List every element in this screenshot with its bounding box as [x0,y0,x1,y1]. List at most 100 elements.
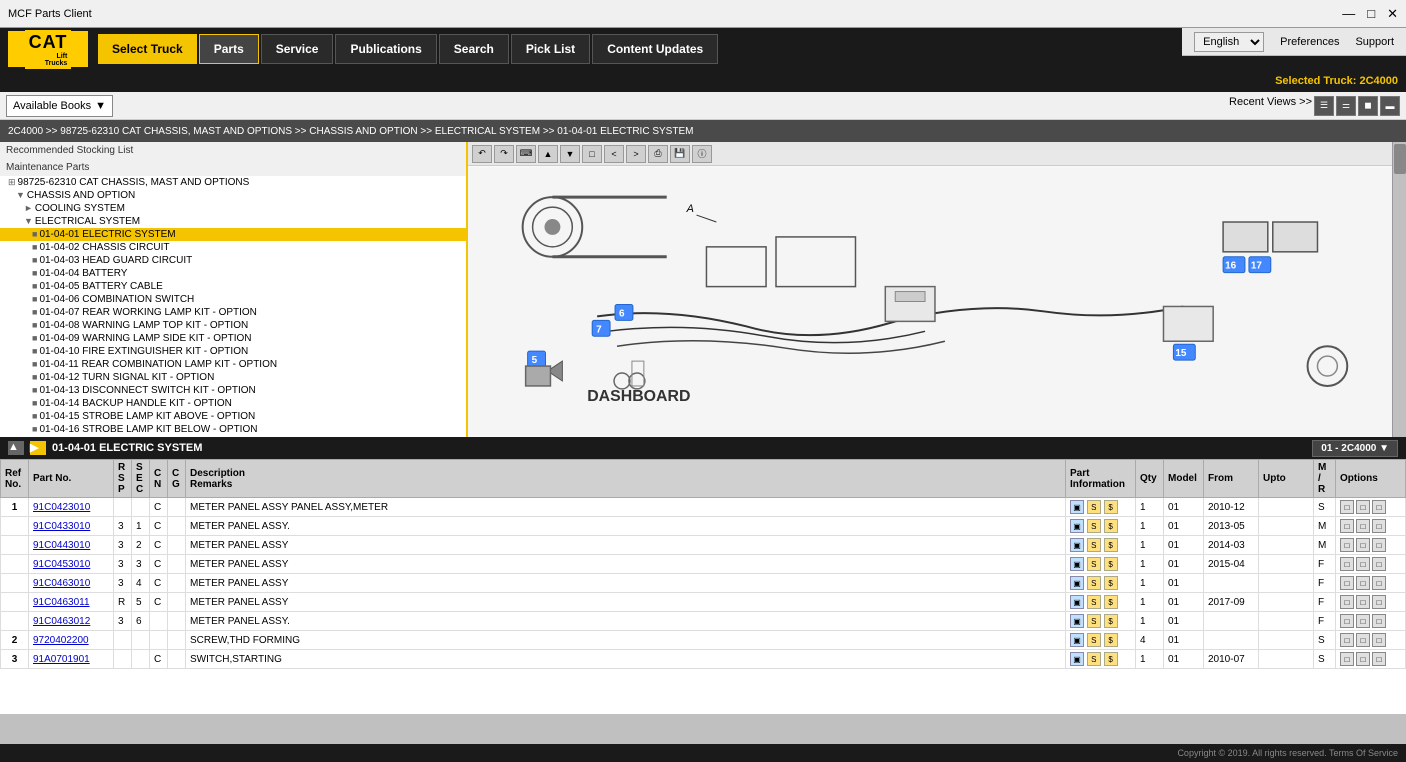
tree-rear-working-lamp[interactable]: ■01-04-07 REAR WORKING LAMP KIT - OPTION [0,306,466,319]
info-icon-blue[interactable]: ▣ [1070,633,1084,647]
part-number-link[interactable]: 91C0463011 [33,597,90,608]
option-cart[interactable]: □ [1356,633,1370,647]
option-note[interactable]: □ [1372,538,1386,552]
option-comment[interactable]: □ [1340,595,1354,609]
option-comment[interactable]: □ [1340,557,1354,571]
part-number-link[interactable]: 91C0453010 [33,559,90,570]
info-icon-dollar[interactable]: $ [1104,614,1118,628]
tree-chassis[interactable]: ▼CHASSIS AND OPTION [0,189,466,202]
option-comment[interactable]: □ [1340,538,1354,552]
cell-part-no[interactable]: 91C0463012 [29,612,114,631]
info-icon-s[interactable]: S [1087,538,1101,552]
search-button[interactable]: Search [439,34,509,64]
grid-view-icon[interactable]: ⚌ [1336,96,1356,116]
part-number-link[interactable]: 91C0463012 [33,616,90,627]
info-icon-s[interactable]: S [1087,614,1101,628]
tree-battery[interactable]: ■01-04-04 BATTERY [0,267,466,280]
part-number-link[interactable]: 91C0443010 [33,540,90,551]
tool-zoom-in[interactable]: ▲ [538,145,558,163]
tool-info[interactable]: ⓘ [692,145,712,163]
tree-cooling[interactable]: ►COOLING SYSTEM [0,202,466,215]
tree-combination-switch[interactable]: ■01-04-06 COMBINATION SWITCH [0,293,466,306]
language-select[interactable]: English French German [1194,32,1264,52]
info-icon-blue[interactable]: ▣ [1070,576,1084,590]
cell-part-no[interactable]: 91C0463011 [29,593,114,612]
option-cart[interactable]: □ [1356,614,1370,628]
tool-save[interactable]: 💾 [670,145,690,163]
info-icon-s[interactable]: S [1087,652,1101,666]
cell-part-no[interactable]: 9720402200 [29,631,114,650]
option-note[interactable]: □ [1372,652,1386,666]
option-note[interactable]: □ [1372,576,1386,590]
option-cart[interactable]: □ [1356,538,1370,552]
select-truck-button[interactable]: Select Truck [98,34,197,64]
info-icon-dollar[interactable]: $ [1104,633,1118,647]
option-note[interactable]: □ [1372,595,1386,609]
info-icon-blue[interactable]: ▣ [1070,519,1084,533]
option-comment[interactable]: □ [1340,633,1354,647]
info-icon-dollar[interactable]: $ [1104,538,1118,552]
info-icon-blue[interactable]: ▣ [1070,652,1084,666]
cell-part-no[interactable]: 91C0433010 [29,517,114,536]
info-icon-s[interactable]: S [1087,557,1101,571]
tree-electrical[interactable]: ▼ELECTRICAL SYSTEM [0,215,466,228]
option-cart[interactable]: □ [1356,519,1370,533]
option-cart[interactable]: □ [1356,652,1370,666]
window-controls[interactable]: — □ ✕ [1342,6,1398,22]
cell-part-no[interactable]: 91C0463010 [29,574,114,593]
option-note[interactable]: □ [1372,500,1386,514]
tool-next[interactable]: > [626,145,646,163]
option-cart[interactable]: □ [1356,595,1370,609]
expand-icon[interactable]: ▶ [30,441,46,455]
option-comment[interactable]: □ [1340,500,1354,514]
tree-rear-combination[interactable]: ■01-04-11 REAR COMBINATION LAMP KIT - OP… [0,358,466,371]
maximize-button[interactable]: □ [1367,6,1375,22]
option-cart[interactable]: □ [1356,500,1370,514]
tree-fire-extinguisher[interactable]: ■01-04-10 FIRE EXTINGUISHER KIT - OPTION [0,345,466,358]
part-number-link[interactable]: 91C0423010 [33,502,90,513]
option-note[interactable]: □ [1372,614,1386,628]
detail-view-icon[interactable]: ▬ [1380,96,1400,116]
info-icon-s[interactable]: S [1087,633,1101,647]
tree-warning-lamp-top[interactable]: ■01-04-08 WARNING LAMP TOP KIT - OPTION [0,319,466,332]
info-icon-dollar[interactable]: $ [1104,557,1118,571]
tool-print[interactable]: ⎙ [648,145,668,163]
info-icon-blue[interactable]: ▣ [1070,500,1084,514]
tree-turn-signal[interactable]: ■01-04-12 TURN SIGNAL KIT - OPTION [0,371,466,384]
tool-move[interactable]: ↷ [494,145,514,163]
collapse-icon[interactable]: ▲ [8,441,24,455]
preferences-link[interactable]: Preferences [1280,36,1339,48]
tree-disconnect-switch[interactable]: ■01-04-13 DISCONNECT SWITCH KIT - OPTION [0,384,466,397]
tree-chassis-circuit[interactable]: ■01-04-02 CHASSIS CIRCUIT [0,241,466,254]
close-button[interactable]: ✕ [1387,6,1398,22]
recent-views-link[interactable]: Recent Views >> [1229,96,1312,116]
tool-fit[interactable]: □ [582,145,602,163]
publications-button[interactable]: Publications [335,34,436,64]
option-comment[interactable]: □ [1340,614,1354,628]
tool-zoom-out[interactable]: ▼ [560,145,580,163]
cell-part-no[interactable]: 91A0701901 [29,650,114,669]
option-comment[interactable]: □ [1340,576,1354,590]
info-icon-blue[interactable]: ▣ [1070,614,1084,628]
part-number-link[interactable]: 9720402200 [33,635,89,646]
tree-backup-handle[interactable]: ■01-04-14 BACKUP HANDLE KIT - OPTION [0,397,466,410]
cell-part-no[interactable]: 91C0453010 [29,555,114,574]
pick-list-button[interactable]: Pick List [511,34,590,64]
right-scrollbar[interactable] [1392,142,1406,437]
cell-part-no[interactable]: 91C0443010 [29,536,114,555]
info-icon-blue[interactable]: ▣ [1070,595,1084,609]
tree-strobe-above[interactable]: ■01-04-15 STROBE LAMP KIT ABOVE - OPTION [0,410,466,423]
content-updates-button[interactable]: Content Updates [592,34,718,64]
info-icon-s[interactable]: S [1087,519,1101,533]
parts-button[interactable]: Parts [199,34,259,64]
info-icon-dollar[interactable]: $ [1104,519,1118,533]
option-cart[interactable]: □ [1356,557,1370,571]
available-books-dropdown[interactable]: Available Books ▼ [6,95,113,117]
tool-arrow[interactable]: ↶ [472,145,492,163]
tree-electric-system[interactable]: ■01-04-01 ELECTRIC SYSTEM [0,228,466,241]
info-icon-dollar[interactable]: $ [1104,652,1118,666]
service-button[interactable]: Service [261,34,334,64]
recommended-stocking-item[interactable]: Recommended Stocking List [0,142,466,159]
tree-head-guard[interactable]: ■01-04-03 HEAD GUARD CIRCUIT [0,254,466,267]
part-number-link[interactable]: 91C0463010 [33,578,90,589]
